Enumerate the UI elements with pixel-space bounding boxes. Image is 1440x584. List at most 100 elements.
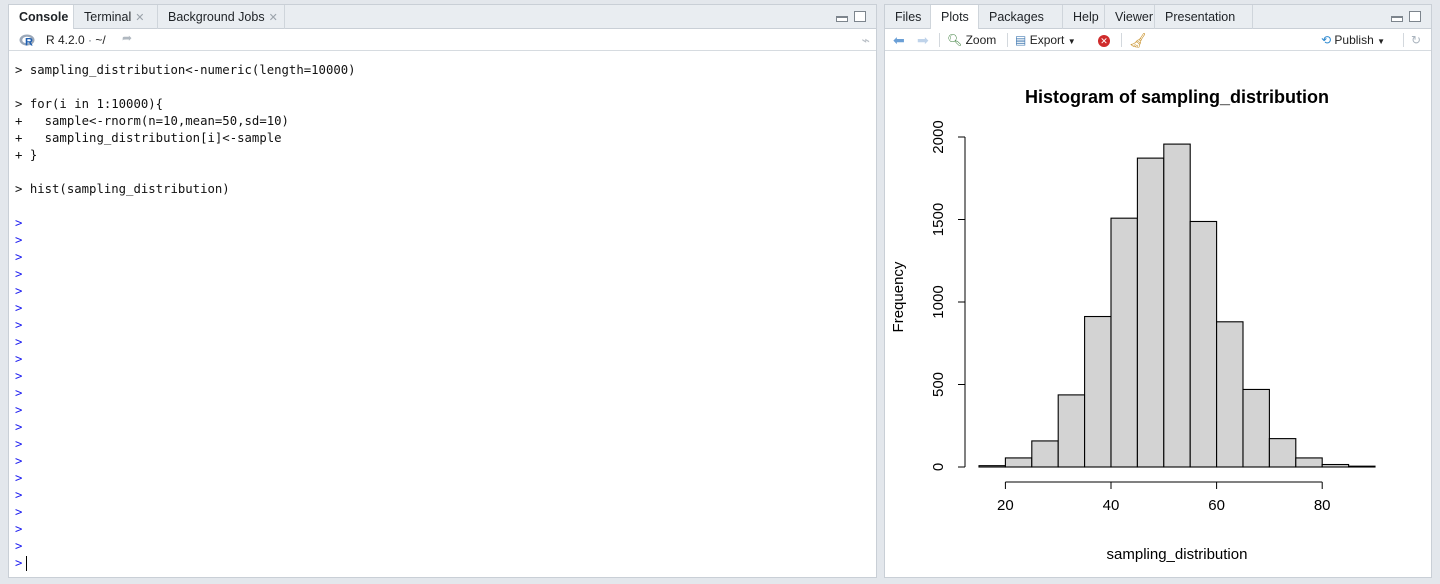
console-empty-prompt: >	[15, 334, 876, 351]
histogram-bar	[1110, 217, 1138, 468]
maximize-pane-icon[interactable]	[1409, 11, 1421, 22]
plot-area: Histogram of sampling_distribution 20 40 6…	[885, 52, 1431, 577]
zoom-button[interactable]: 🔍︎ Zoom	[947, 32, 996, 48]
histogram-bar	[1242, 388, 1270, 468]
minimize-pane-icon[interactable]	[1391, 16, 1403, 22]
maximize-pane-icon[interactable]	[854, 11, 866, 22]
tab-help-label: Help	[1073, 10, 1099, 24]
clear-plots-broom-icon[interactable]: 🧹︎	[1129, 32, 1147, 48]
console-line: > sampling_distribution<-numeric(length=…	[15, 62, 876, 79]
console-prompt: >	[15, 267, 23, 281]
y-tick-label: 2000	[930, 120, 947, 153]
console-empty-prompt: >	[15, 470, 876, 487]
console-prompt: >	[15, 505, 23, 519]
back-arrow-icon[interactable]: ⬅	[893, 32, 905, 48]
r-version: R 4.2.0	[46, 33, 85, 47]
export-button[interactable]: ▤ Export ▼	[1015, 32, 1076, 48]
toolbar-divider	[1007, 33, 1008, 47]
working-directory[interactable]: ~/	[95, 33, 105, 47]
tab-background-jobs[interactable]: Background Jobs ✕	[158, 5, 285, 29]
tab-terminal[interactable]: Terminal ✕	[74, 5, 158, 29]
toolbar-divider	[939, 33, 940, 47]
console-empty-prompt: >	[15, 538, 876, 555]
console-input-line[interactable]: >	[15, 555, 876, 572]
toolbar-divider	[1121, 33, 1122, 47]
console-empty-prompt: >	[15, 436, 876, 453]
tab-console[interactable]: Console	[9, 5, 74, 30]
console-prompt: >	[15, 420, 23, 434]
console-empty-prompt: >	[15, 283, 876, 300]
console-empty-prompt: >	[15, 402, 876, 419]
remove-icon: ✕	[1098, 35, 1110, 47]
console-command-text: hist(sampling_distribution)	[29, 182, 230, 196]
go-to-directory-icon[interactable]: ➦	[122, 31, 132, 45]
svg-text:R: R	[25, 37, 33, 48]
chevron-down-icon: ▼	[1377, 37, 1386, 46]
tab-files-label: Files	[895, 10, 922, 24]
chart-title: Histogram of sampling_distribution	[1025, 87, 1329, 107]
tab-plots-label: Plots	[941, 10, 969, 24]
console-command-text: sampling_distribution[i]<-sample	[29, 131, 282, 145]
y-tick-label: 0	[930, 463, 947, 471]
y-tick-label: 1000	[930, 285, 947, 318]
remove-plot-button[interactable]: ✕	[1098, 32, 1110, 48]
tab-console-label: Console	[19, 10, 69, 24]
close-icon[interactable]: ✕	[135, 12, 144, 24]
close-icon[interactable]: ✕	[269, 12, 278, 24]
console-output[interactable]: > sampling_distribution<-numeric(length=…	[9, 52, 876, 577]
console-empty-prompt: >	[15, 385, 876, 402]
console-prompt: >	[15, 97, 23, 111]
plots-pane: Files Plots Packages Help Viewer Present…	[884, 4, 1432, 578]
refresh-icon[interactable]: ↻	[1411, 32, 1421, 48]
console-command-text: sampling_distribution<-numeric(length=10…	[29, 63, 356, 77]
x-tick-label: 80	[1314, 497, 1331, 514]
text-cursor	[26, 556, 28, 571]
console-tabbar: Console Terminal ✕ Background Jobs ✕	[9, 5, 876, 30]
histogram-bar	[1084, 315, 1112, 468]
export-label: Export	[1029, 33, 1065, 47]
console-empty-prompt: >	[15, 249, 876, 266]
tab-help[interactable]: Help	[1063, 5, 1105, 29]
tab-presentation[interactable]: Presentation	[1155, 5, 1253, 29]
console-empty-prompt: >	[15, 215, 876, 232]
console-prompt: >	[15, 352, 23, 366]
console-command-text: for(i in 1:10000){	[29, 97, 164, 111]
histogram-chart: Histogram of sampling_distribution 20 40 6…	[890, 87, 1376, 563]
console-pane: Console Terminal ✕ Background Jobs ✕ R R 4…	[8, 4, 877, 578]
console-toolbar: R R 4.2.0 · ~/ ➦ ⌁	[9, 29, 876, 51]
console-prompt: +	[15, 114, 23, 128]
x-tick-label: 40	[1103, 497, 1120, 514]
plots-tabbar: Files Plots Packages Help Viewer Present…	[885, 5, 1431, 30]
console-empty-prompt: >	[15, 453, 876, 470]
console-empty-prompt: >	[15, 351, 876, 368]
tab-files[interactable]: Files	[885, 5, 931, 29]
console-command-text: sample<-rnorm(n=10,mean=50,sd=10)	[29, 114, 289, 128]
console-prompt: >	[15, 539, 23, 553]
console-empty-prompt: >	[15, 504, 876, 521]
tab-packages[interactable]: Packages	[979, 5, 1063, 29]
tab-viewer-label: Viewer	[1115, 10, 1153, 24]
histogram-bar	[1057, 394, 1086, 468]
console-empty-prompt: >	[15, 266, 876, 283]
publish-label: Publish	[1334, 33, 1374, 47]
tab-plots[interactable]: Plots	[931, 5, 979, 30]
x-axis: 20 40 60 80	[997, 481, 1331, 514]
x-tick-label: 20	[997, 497, 1014, 514]
minimize-pane-icon[interactable]	[836, 16, 848, 22]
tab-viewer[interactable]: Viewer	[1105, 5, 1155, 29]
export-image-icon: ▤	[1015, 33, 1027, 47]
clear-console-icon[interactable]: ⌁	[862, 32, 870, 49]
histogram-bar	[978, 465, 1006, 468]
console-prompt: >	[15, 556, 23, 570]
console-empty-prompt: >	[15, 317, 876, 334]
console-prompt: >	[15, 437, 23, 451]
histogram-bar	[1321, 463, 1350, 468]
publish-button[interactable]: ⟲ Publish ▼	[1321, 32, 1385, 48]
histogram-bar	[1189, 220, 1218, 468]
publish-icon: ⟲	[1321, 33, 1332, 47]
console-prompt: >	[15, 335, 23, 349]
x-tick-label: 60	[1208, 497, 1225, 514]
forward-arrow-icon[interactable]: ➡	[917, 32, 929, 48]
plots-toolbar: ⬅ ➡ 🔍︎ Zoom ▤ Export ▼ ✕ 🧹︎ ⟲ Publish ▼ …	[885, 29, 1431, 51]
